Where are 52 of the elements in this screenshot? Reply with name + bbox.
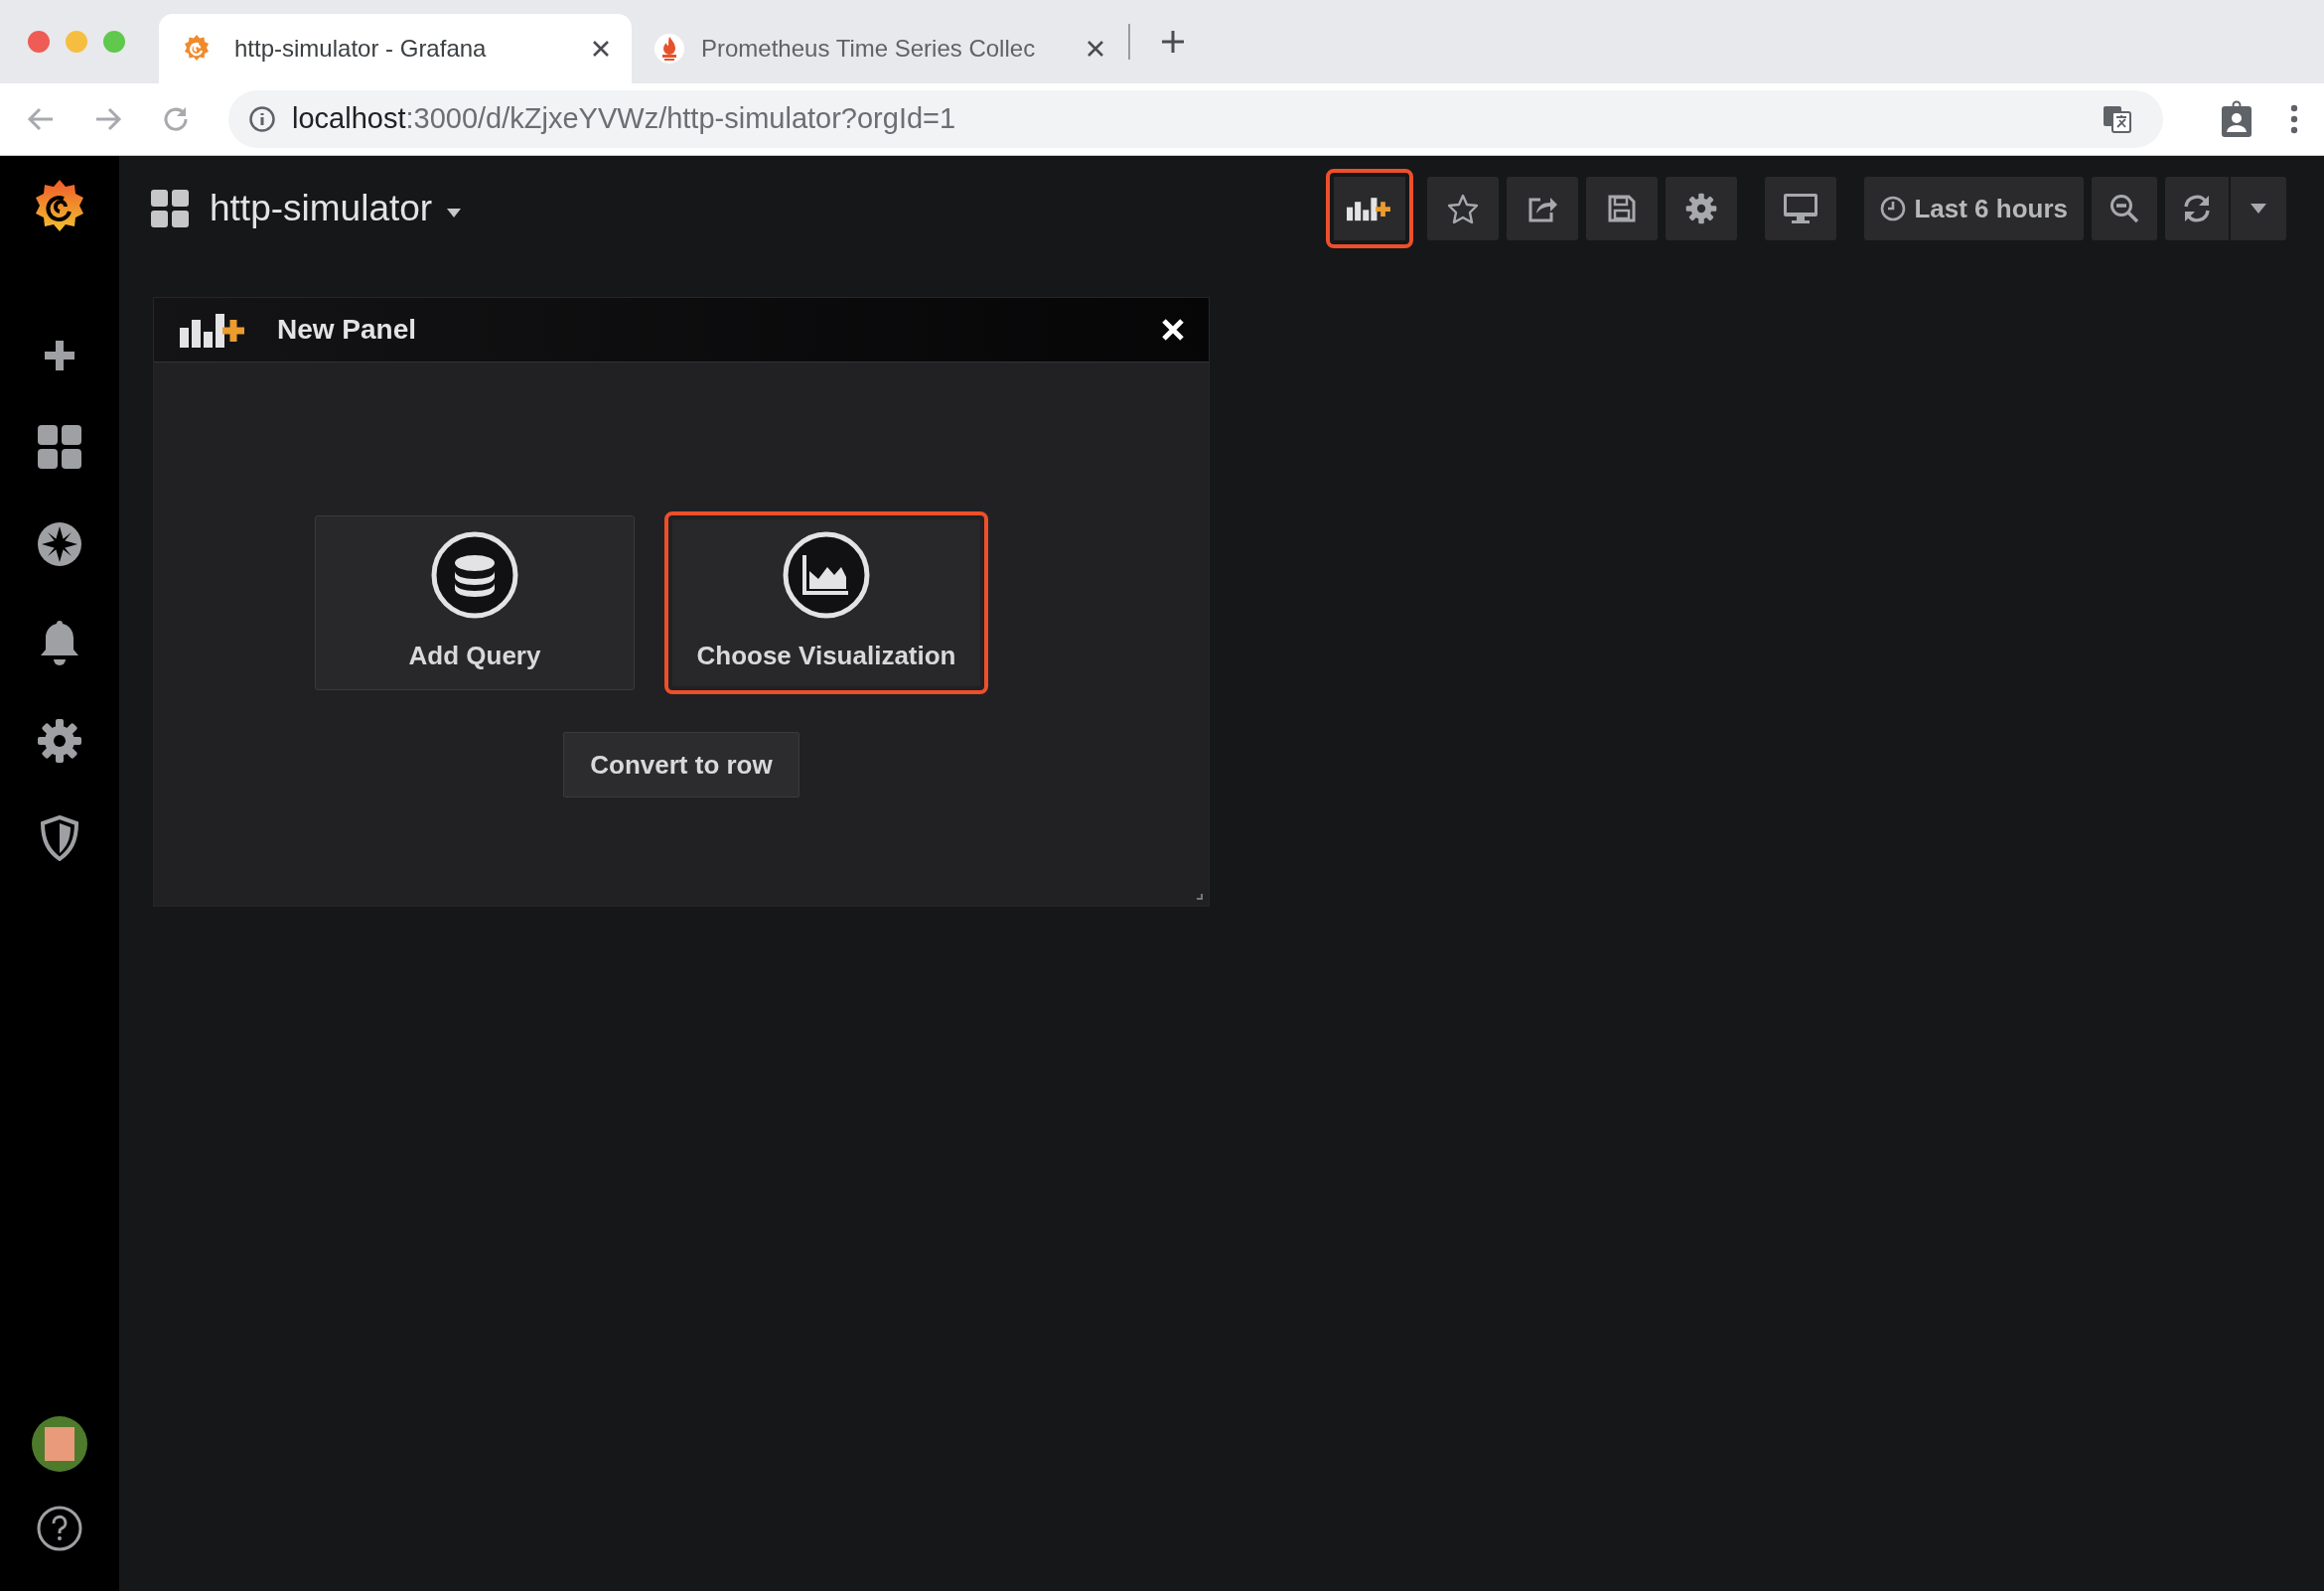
convert-to-row-button[interactable]: Convert to row (563, 732, 799, 797)
save-icon (1608, 195, 1637, 222)
url-text: localhost:3000/d/kZjxeYVWz/http-simulator?orgId=1 (292, 101, 957, 137)
time-range-picker[interactable]: Last 6 hours (1864, 177, 2084, 240)
star-button[interactable] (1427, 177, 1500, 240)
add-panel-icon (180, 312, 247, 348)
settings-icon (1685, 193, 1718, 224)
add-panel-button[interactable] (1326, 169, 1414, 248)
settings-icon[interactable] (37, 718, 82, 764)
close-tab-icon[interactable] (1087, 40, 1104, 58)
add-panel-icon (1347, 196, 1393, 221)
dashboard-title[interactable]: http-simulator (210, 181, 433, 236)
refresh-interval-button[interactable] (2231, 177, 2286, 240)
shield-icon[interactable] (40, 815, 79, 861)
dashboard-grid-icon[interactable] (151, 190, 189, 227)
plus-icon[interactable] (43, 339, 76, 372)
area-chart-icon (783, 530, 870, 619)
address-bar[interactable]: localhost:3000/d/kZjxeYVWz/http-simulator?orgId=1 (228, 90, 2163, 148)
monitor-icon (1783, 193, 1819, 224)
browser-tab[interactable]: http-simulator - Grafana (159, 14, 632, 83)
star-icon (1448, 194, 1479, 223)
info-icon[interactable] (248, 105, 276, 133)
tab-title: http-simulator - Grafana (234, 34, 488, 64)
caret-icon[interactable] (447, 208, 462, 217)
flame-favicon-icon (654, 33, 685, 65)
zoom-out-icon (2109, 194, 2139, 223)
refresh-icon (2182, 194, 2212, 223)
more-options-icon[interactable] (2290, 104, 2298, 134)
close-icon[interactable] (1161, 318, 1185, 342)
database-icon (431, 530, 518, 619)
bell-icon[interactable] (40, 619, 79, 666)
settings-button[interactable] (1666, 177, 1738, 240)
refresh-button[interactable] (2165, 177, 2229, 240)
tab-title: Prometheus Time Series Collec (701, 34, 1037, 64)
dashboards-icon[interactable] (37, 424, 82, 470)
new-tab-icon[interactable] (1160, 29, 1186, 55)
panel-title: New Panel (277, 313, 417, 347)
help-icon[interactable] (37, 1506, 82, 1551)
save-button[interactable] (1586, 177, 1659, 240)
add-query-button[interactable]: Add Query (315, 515, 635, 690)
caret-icon (2251, 204, 2266, 214)
profile-badge-icon[interactable] (2221, 100, 2252, 138)
close-window-icon[interactable] (28, 31, 50, 53)
clock-icon (1880, 196, 1907, 221)
close-tab-icon[interactable] (592, 40, 610, 58)
compass-icon[interactable] (37, 521, 82, 567)
user-avatar[interactable] (32, 1416, 87, 1472)
translate-icon[interactable] (2102, 103, 2133, 135)
share-button[interactable] (1507, 177, 1579, 240)
monitor-button[interactable] (1765, 177, 1837, 240)
choose-visualization-button[interactable]: Choose Visualization (664, 511, 988, 694)
zoom-out-button[interactable] (2092, 177, 2157, 240)
